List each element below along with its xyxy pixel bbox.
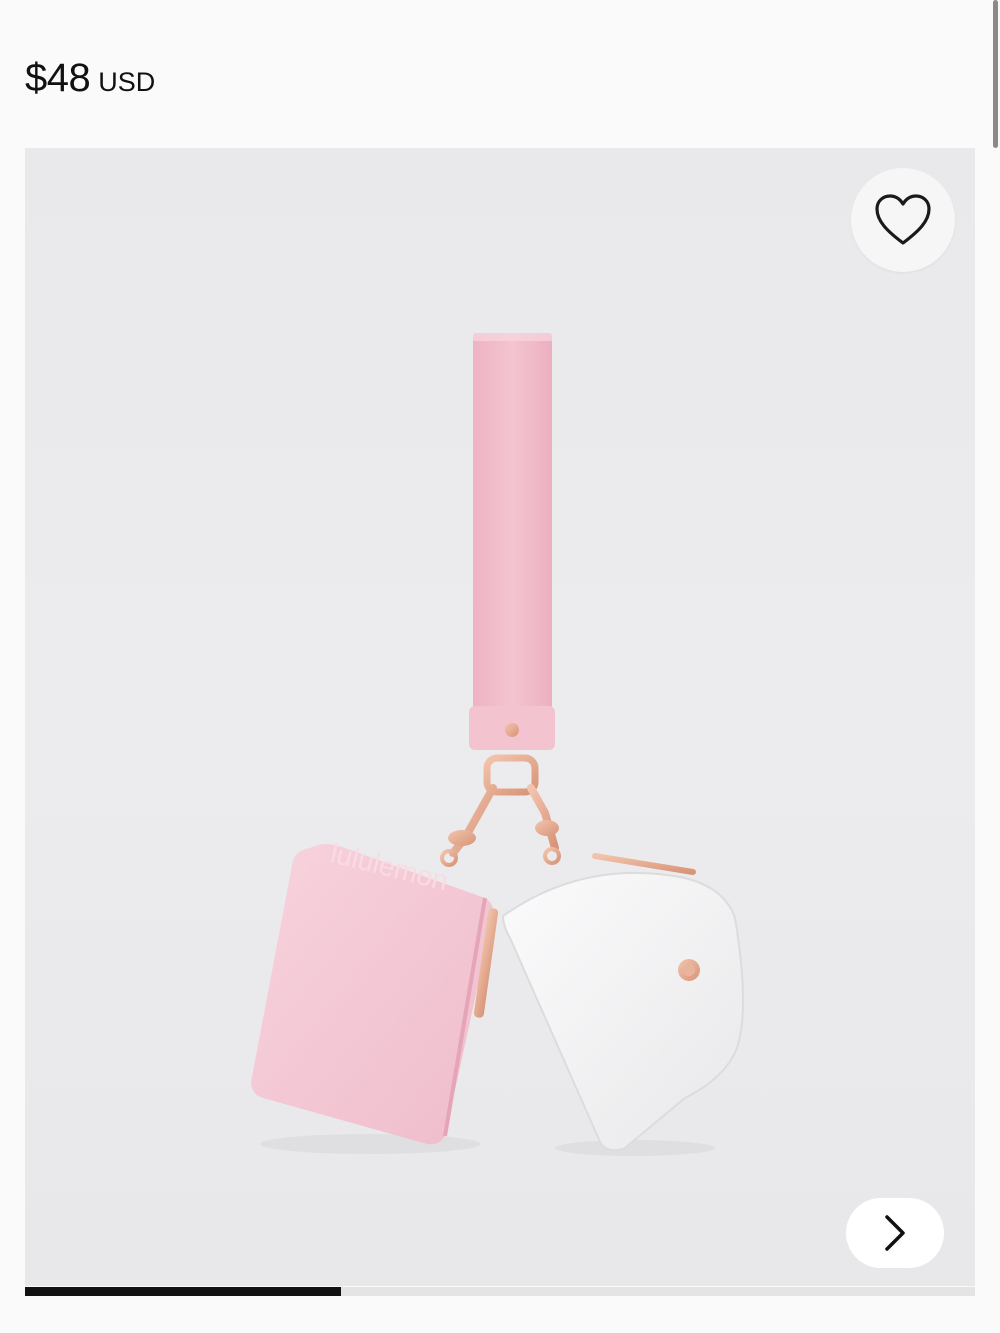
product-image: lululemon xyxy=(251,333,744,1156)
product-page: $48 USD lululemon xyxy=(0,0,1000,1333)
wishlist-button[interactable] xyxy=(851,168,955,272)
price-amount: $48 xyxy=(25,56,91,100)
chevron-right-icon xyxy=(885,1215,905,1251)
next-image-button[interactable] xyxy=(846,1198,944,1268)
gallery-progress-track xyxy=(25,1287,975,1296)
price: $48 USD xyxy=(25,56,155,101)
scrollbar[interactable] xyxy=(993,0,998,148)
heart-icon xyxy=(875,194,931,245)
gallery-progress-fill xyxy=(25,1287,342,1296)
product-image-gallery[interactable]: lululemon xyxy=(25,148,975,1286)
price-currency: USD xyxy=(98,67,156,97)
